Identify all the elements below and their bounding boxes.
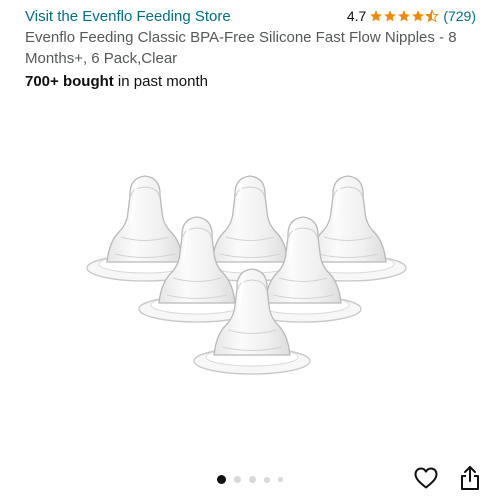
product-detail-page: Visit the Evenflo Feeding Store 4.7 (729… [0, 0, 500, 500]
star-half-icon [425, 9, 440, 23]
heart-icon [414, 467, 438, 489]
product-image[interactable] [0, 100, 500, 460]
rating-value: 4.7 [346, 8, 367, 24]
star-rating [369, 9, 440, 23]
star-icon-2 [384, 10, 397, 22]
product-title: Evenflo Feeding Classic BPA-Free Silicon… [25, 29, 457, 67]
star-icon-4 [412, 10, 425, 22]
pagination-dot-1[interactable] [217, 475, 226, 484]
store-link[interactable]: Visit the Evenflo Feeding Store [25, 8, 231, 25]
store-rating-row: Visit the Evenflo Feeding Store 4.7 (729… [25, 6, 476, 26]
image-actions [414, 465, 480, 491]
pagination-dot-3[interactable] [249, 476, 256, 483]
star-icon-1 [370, 10, 383, 22]
pagination-dot-5[interactable] [278, 477, 283, 482]
star-icon-3 [398, 10, 411, 22]
bought-count: 700+ bought [25, 73, 114, 90]
rating-count[interactable]: (729) [443, 8, 476, 24]
pagination-dot-2[interactable] [234, 476, 241, 483]
bought-in-past-month: 700+ bought in past month [25, 73, 208, 90]
favorite-button[interactable] [414, 467, 438, 489]
bought-period: in past month [113, 73, 208, 90]
pagination-dot-4[interactable] [264, 476, 270, 483]
rating-summary[interactable]: 4.7 (729) [347, 8, 476, 24]
share-icon [461, 466, 479, 490]
share-button[interactable] [460, 465, 480, 491]
